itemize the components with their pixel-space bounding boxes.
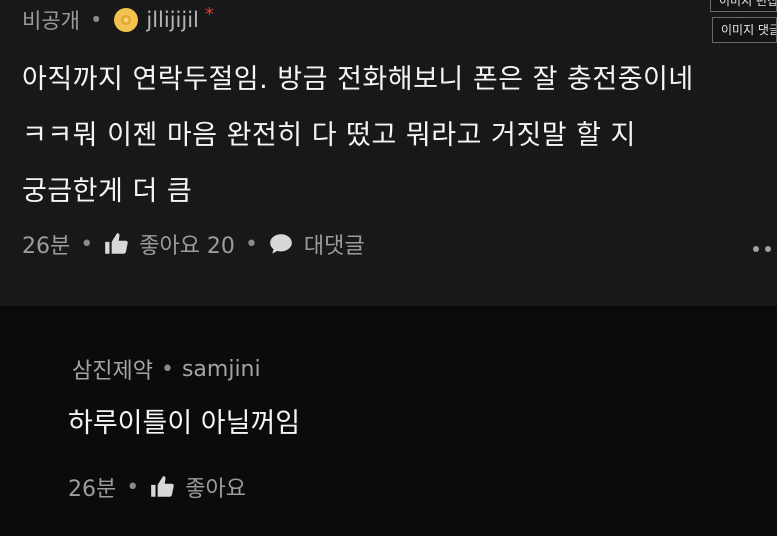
reply-body: 하루이틀이 아닐꺼임 [68,408,301,439]
separator-dot: • [89,8,103,32]
reply-button[interactable]: 대댓글 [304,228,365,260]
dot [753,246,759,252]
like-button[interactable]: 좋아요 [185,471,246,503]
thumbs-up-icon[interactable] [149,474,175,500]
image-comment-tooltip[interactable]: 이미지 댓글 [712,17,777,43]
comment-time: 26분 [22,234,71,259]
separator-dot: • [160,356,174,382]
avatar-icon[interactable] [114,8,139,32]
like-button[interactable]: 좋아요 20 [139,228,235,260]
comment-line: ㅋㅋ뭐 이젠 마음 완전히 다 떴고 뭐라고 거짓말 할 지 [22,120,636,151]
comment-actions: 26분 • 좋아요 20 • 대댓글 [22,226,365,262]
reply-username[interactable]: samjini [182,357,261,382]
separator-dot: • [126,474,140,500]
image-edit-tooltip[interactable]: 이미지 편집 [710,0,777,12]
comment-meta: 비공개 • jllijijil * [22,4,214,36]
privacy-label: 비공개 [22,9,80,33]
reply-meta: 삼진제약 • samjini [72,352,261,386]
comment-nickname[interactable]: jllijijil [146,8,199,32]
author-star: * [204,3,214,25]
reply-time: 26분 [68,477,117,502]
comment-line: 궁금한게 더 큼 [22,176,193,207]
chat-bubble-icon[interactable] [268,231,294,257]
reply-actions: 26분 • 좋아요 [68,469,246,505]
comment-line: 아직까지 연락두절임. 방금 전화해보니 폰은 잘 충전중이네 [22,64,694,95]
separator-dot: • [80,231,94,257]
thumbs-up-icon[interactable] [103,231,129,257]
reply-nickname[interactable]: 삼진제약 [72,353,153,385]
separator-dot: • [244,231,258,257]
comment-body: 아직까지 연락두절임. 방금 전화해보니 폰은 잘 충전중이네 ㅋㅋ뭐 이젠 마… [22,52,762,220]
more-dots-icon[interactable] [753,246,771,252]
dot [765,246,771,252]
